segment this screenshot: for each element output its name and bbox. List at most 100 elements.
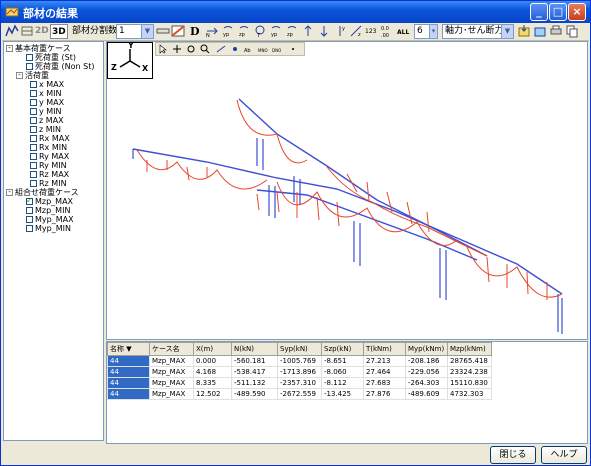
tree-item-live[interactable]: Rz MIN [30,179,67,188]
axis-y-icon[interactable]: y [333,24,347,38]
zoom-icon[interactable] [200,44,210,54]
pointer-icon[interactable] [158,44,168,54]
pan-icon[interactable] [172,44,182,54]
cell-mzp[interactable]: 4732.303 [447,388,492,400]
column-header-myp[interactable]: Myp(kNm) [405,342,448,356]
checkbox[interactable] [26,207,33,214]
checkbox[interactable] [30,180,37,187]
collapse-icon[interactable]: - [6,45,13,52]
checkbox[interactable] [30,117,37,124]
cell-szp[interactable]: -8.651 [321,355,364,367]
tree-item-live[interactable]: z MAX [30,116,64,125]
checkbox[interactable] [30,108,37,115]
tree-item-live[interactable]: Ry MIN [30,161,67,170]
tree-item-live[interactable]: Ry MAX [30,152,69,161]
cell-x[interactable]: 8.335 [193,377,232,389]
column-header-mzp[interactable]: Mzp(kNm) [447,342,492,356]
all-icon[interactable]: ALL [397,24,411,38]
cell-x[interactable]: 0.000 [193,355,232,367]
cell-mzp[interactable]: 28765.418 [447,355,492,367]
member-icon[interactable] [216,44,226,54]
checkbox[interactable] [30,171,37,178]
maximize-button[interactable]: □ [549,3,567,21]
checkbox[interactable] [26,216,33,223]
import-icon[interactable] [517,24,531,38]
label-icon[interactable]: Ab [244,44,254,54]
view-2d-button[interactable]: 2D [35,24,49,39]
values-icon[interactable]: 123 [365,24,379,38]
table-row[interactable]: 44 Mzp_MAX 8.335 -511.132 -2357.310 -8.1… [107,377,492,389]
tree-item-dead-load[interactable]: 死荷重 (St) [26,53,76,62]
collapse-icon[interactable]: - [16,72,23,79]
tree-item-combo[interactable]: Myp_MIN [26,224,71,233]
moment-t-icon[interactable]: T [253,24,267,38]
cell-name[interactable]: 44 [107,377,150,389]
cell-myp[interactable]: -264.303 [405,377,448,389]
force-szp-icon[interactable]: zp [237,24,251,38]
column-header-name[interactable]: 名称 ▼ [107,342,150,356]
checkbox-checked[interactable] [26,196,33,205]
help-button[interactable]: ヘルプ [541,446,587,464]
tree-item-live[interactable]: x MAX [30,80,64,89]
checkbox[interactable] [30,153,37,160]
checkbox[interactable] [30,90,37,97]
cell-t[interactable]: 27.876 [363,388,406,400]
model-viewport[interactable]: Y Z X Ab MNO DNO [106,41,588,340]
tree-item-live[interactable]: y MAX [30,98,64,107]
tree-group-basic[interactable]: - 基本荷重ケース [6,44,71,53]
cell-case[interactable]: Mzp_MAX [149,377,194,389]
cell-myp[interactable]: -489.609 [405,388,448,400]
checkbox[interactable] [26,225,33,232]
title-bar[interactable]: 部材の結果 _ □ × [1,1,590,23]
cell-n[interactable]: -489.590 [231,388,278,400]
column-header-n[interactable]: N(kN) [231,342,278,356]
dot-icon[interactable] [288,44,298,54]
cell-szp[interactable]: -13.425 [321,388,364,400]
checkbox[interactable] [30,99,37,106]
cell-syp[interactable]: -2672.559 [277,388,322,400]
arrow-up-icon[interactable] [301,24,315,38]
cell-syp[interactable]: -1005.769 [277,355,322,367]
cell-case[interactable]: Mzp_MAX [149,366,194,378]
number-format-icon[interactable]: 0.0.00 [381,24,395,38]
scale-icon[interactable] [156,24,170,38]
close-button[interactable]: 閉じる [490,446,536,464]
print-icon[interactable] [549,24,563,38]
column-header-x[interactable]: X(m) [193,342,232,356]
cell-t[interactable]: 27.213 [363,355,406,367]
force-syp-icon[interactable]: yp [221,24,235,38]
minimize-button[interactable]: _ [530,3,548,21]
cell-name[interactable]: 44 [107,388,150,400]
force-n-icon[interactable]: N [205,24,219,38]
cell-syp[interactable]: -2357.310 [277,377,322,389]
tree-item-live[interactable]: y MIN [30,107,62,116]
moment-mzp-icon[interactable]: zp [285,24,299,38]
d-button[interactable]: D [190,24,200,39]
cell-szp[interactable]: -8.060 [321,366,364,378]
force-type-select[interactable]: 軸力･せん断力 ▼ [442,24,514,39]
cell-case[interactable]: Mzp_MAX [149,355,194,367]
tree-item-combo[interactable]: Mzp_MAX [26,196,73,206]
close-window-button[interactable]: × [568,3,586,21]
structure-diagram[interactable] [107,42,588,340]
tree-item-combo[interactable]: Myp_MAX [26,215,74,224]
frame-view-icon[interactable] [20,24,34,38]
arrow-down-icon[interactable] [317,24,331,38]
cell-x[interactable]: 4.168 [193,366,232,378]
copy-icon[interactable] [565,24,579,38]
table-row[interactable]: 44 Mzp_MAX 4.168 -538.417 -1713.896 -8.0… [107,366,492,378]
checkbox[interactable] [26,63,33,70]
tree-group-live[interactable]: - 活荷重 [16,71,49,80]
export-icon[interactable] [533,24,547,38]
tree-item-live[interactable]: z MIN [30,125,61,134]
cell-mzp[interactable]: 23324.238 [447,366,492,378]
table-row[interactable]: 44 Mzp_MAX 0.000 -560.181 -1005.769 -8.6… [107,355,492,367]
cell-myp[interactable]: -229.056 [405,366,448,378]
tree-group-combo[interactable]: - 組合せ荷重ケース [6,188,79,197]
cell-x[interactable]: 12.502 [193,388,232,400]
count-select[interactable]: 6 ▾ [414,24,438,39]
column-header-szp[interactable]: Szp(kN) [321,342,364,356]
view-3d-button[interactable]: 3D [50,24,68,39]
node-icon[interactable] [230,44,240,54]
tree-item-combo[interactable]: Mzp_MIN [26,206,70,215]
